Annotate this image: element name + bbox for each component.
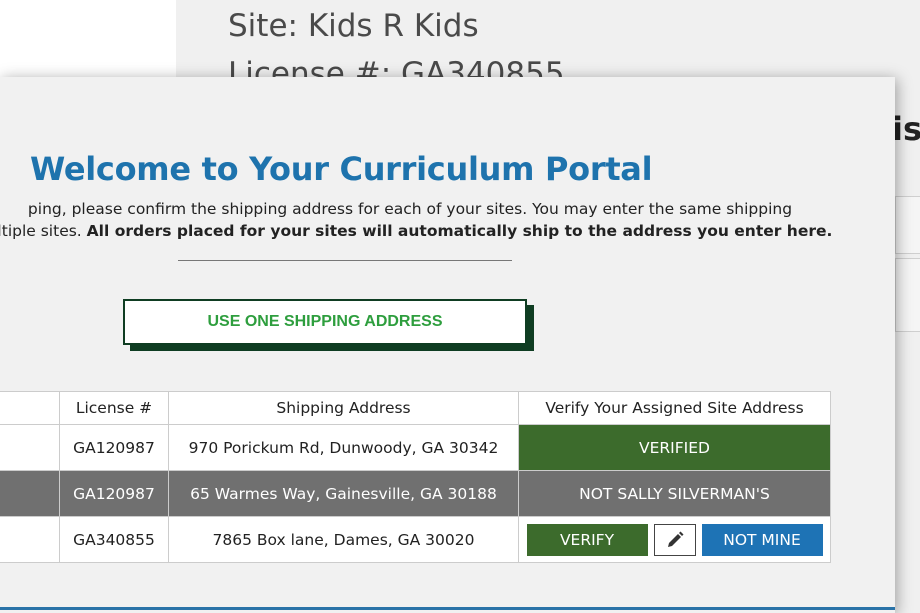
background-input-edge <box>895 258 920 332</box>
license-cell: GA120987 <box>59 470 169 517</box>
address-cell: 7865 Box lane, Dames, GA 30020 <box>168 516 519 563</box>
description-plain-text: ultiple sites. <box>0 222 82 240</box>
address-cell: 970 Porickum Rd, Dunwoody, GA 30342 <box>168 424 519 471</box>
table-header-row: License # Shipping Address Verify Your A… <box>0 391 831 425</box>
edit-address-button[interactable] <box>653 523 696 556</box>
description-bold-text: All orders placed for your sites will au… <box>86 222 833 240</box>
divider <box>178 260 512 261</box>
license-cell: GA120987 <box>59 424 169 471</box>
site-name-cell <box>0 424 60 471</box>
status-verified: VERIFIED <box>518 424 831 471</box>
table-row: GA120987 970 Porickum Rd, Dunwoody, GA 3… <box>0 424 831 471</box>
modal-description: ping, please confirm the shipping addres… <box>0 198 860 242</box>
pencil-icon <box>667 531 683 547</box>
status-not-mine: NOT SALLY SILVERMAN'S <box>518 470 831 517</box>
description-line-2: ultiple sites. All orders placed for you… <box>0 220 860 242</box>
site-name-cell: tary <box>0 470 60 517</box>
description-line-1: ping, please confirm the shipping addres… <box>27 200 793 218</box>
license-cell: GA340855 <box>59 516 169 563</box>
not-mine-button[interactable]: NOT MINE <box>701 523 823 556</box>
header-shipping-address: Shipping Address <box>168 391 519 425</box>
verify-actions-cell: VERIFY NOT MINE <box>518 516 831 563</box>
curriculum-portal-modal: Welcome to Your Curriculum Portal ping, … <box>0 77 895 613</box>
site-name-cell <box>0 516 60 563</box>
site-heading: Site: Kids R Kids <box>228 8 479 44</box>
partial-heading: is <box>892 110 920 148</box>
verify-actions: VERIFY NOT MINE <box>519 523 830 556</box>
header-verify: Verify Your Assigned Site Address <box>518 391 831 425</box>
modal-title: Welcome to Your Curriculum Portal <box>30 150 653 188</box>
use-one-shipping-address-button[interactable]: USE ONE SHIPPING ADDRESS <box>123 299 527 345</box>
table-row: tary GA120987 65 Warmes Way, Gainesville… <box>0 470 831 517</box>
header-site <box>0 391 60 425</box>
modal-bottom-border <box>0 607 895 610</box>
background-input-edge <box>895 196 920 254</box>
address-cell: 65 Warmes Way, Gainesville, GA 30188 <box>168 470 519 517</box>
header-license: License # <box>59 391 169 425</box>
verify-button[interactable]: VERIFY <box>526 523 648 556</box>
table-row: GA340855 7865 Box lane, Dames, GA 30020 … <box>0 516 831 563</box>
sites-table: License # Shipping Address Verify Your A… <box>0 391 831 563</box>
